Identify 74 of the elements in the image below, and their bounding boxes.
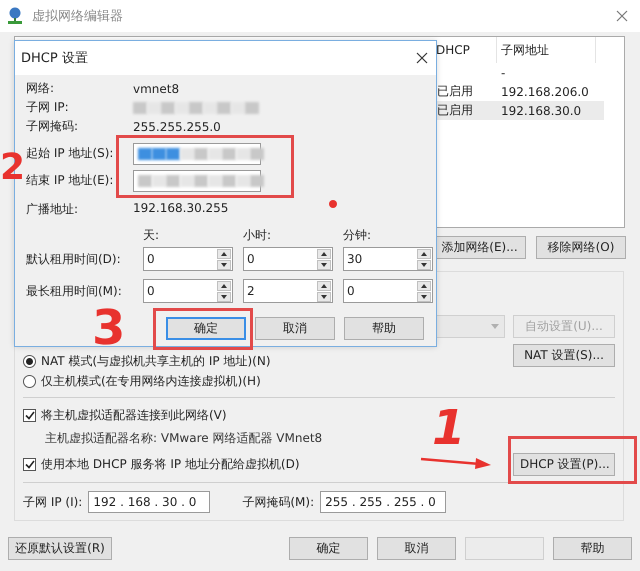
number-field[interactable]: 0 xyxy=(343,279,433,303)
table-row[interactable]: 已启用 192.168.30.0 xyxy=(437,101,604,120)
column-label: 分钟: xyxy=(343,227,372,244)
network-icon xyxy=(6,7,24,25)
table-cell-text: 192.168.206.0 xyxy=(500,84,590,98)
info-label: 子网掩码: xyxy=(26,118,78,135)
remove-network-button[interactable]: 移除网络(O) xyxy=(536,236,626,259)
ip-field[interactable]: 192 . 168 . 30 . 0 xyxy=(88,491,210,513)
checkbox-label: 将主机虚拟适配器连接到此网络(V) xyxy=(41,406,227,424)
spin-up-icon[interactable] xyxy=(217,280,231,290)
number-field[interactable]: 2 xyxy=(243,279,333,303)
spin-down-icon[interactable] xyxy=(417,292,431,302)
spin-down-icon[interactable] xyxy=(217,292,231,302)
cancel-button[interactable]: 取消 xyxy=(255,317,335,340)
column-label: 小时: xyxy=(243,227,272,244)
table-row[interactable]: 已启用 192.168.206.0 xyxy=(437,82,604,101)
field-label: 结束 IP 地址(E): xyxy=(26,172,114,189)
ip-field[interactable] xyxy=(133,142,261,164)
restore-defaults-button[interactable]: 还原默认设置(R) xyxy=(8,537,112,560)
radio-button[interactable] xyxy=(23,355,36,368)
footer-button[interactable]: 帮助 xyxy=(553,537,632,560)
table-cell-text: 已启用 xyxy=(437,83,474,100)
dialog-title: DHCP 设置 xyxy=(21,50,88,67)
window-title: 虚拟网络编辑器 xyxy=(32,8,123,25)
column-label: 天: xyxy=(143,227,160,244)
radio-label: 仅主机模式(在专用网络内连接虚拟机)(H) xyxy=(41,372,261,390)
table-cell-text: - xyxy=(500,66,506,80)
dropdown-icon xyxy=(491,324,499,329)
info-label: 网络: xyxy=(26,80,54,97)
footer-button[interactable]: 确定 xyxy=(289,537,368,560)
spin-down-icon[interactable] xyxy=(217,260,231,270)
number-field[interactable]: 0 xyxy=(243,247,333,271)
number-field[interactable]: 0 xyxy=(143,247,233,271)
close-icon[interactable] xyxy=(416,52,428,64)
table-cell-text: 192.168.30.0 xyxy=(500,104,582,118)
table-row[interactable]: - xyxy=(437,63,604,82)
number-field[interactable]: 30 xyxy=(343,247,433,271)
radio-label: NAT 模式(与虚拟机共享主机的 IP 地址)(N) xyxy=(41,353,271,370)
info-value: vmnet8 xyxy=(133,82,180,96)
column-header[interactable]: 子网地址 xyxy=(496,37,596,63)
field-label: 子网掩码(M): xyxy=(242,494,314,510)
ip-field[interactable] xyxy=(133,170,261,192)
mask-field[interactable]: 255 . 255 . 255 . 0 xyxy=(320,491,446,513)
field-label: 最长租用时间(M): xyxy=(26,282,123,300)
checkbox[interactable] xyxy=(23,458,36,471)
help-button[interactable]: 帮助 xyxy=(344,317,424,340)
spin-down-icon[interactable] xyxy=(417,260,431,270)
field-label: 默认租用时间(D): xyxy=(26,250,122,268)
spin-up-icon[interactable] xyxy=(417,248,431,258)
dhcp-settings-button[interactable]: DHCP 设置(P)... xyxy=(513,453,615,476)
table-cell-text: 已启用 xyxy=(437,102,474,119)
field-label: 起始 IP 地址(S): xyxy=(26,145,114,162)
checkbox[interactable] xyxy=(23,408,36,422)
spin-up-icon[interactable] xyxy=(317,280,331,290)
ok-button[interactable]: 确定 xyxy=(166,317,246,340)
field-label: 子网 IP (I): xyxy=(23,494,82,510)
spin-up-icon[interactable] xyxy=(417,280,431,290)
adapter-name-text: 主机虚拟适配器名称: VMware 网络适配器 VMnet8 xyxy=(45,430,324,447)
radio-button[interactable] xyxy=(23,374,36,388)
footer-button[interactable]: 取消 xyxy=(377,537,456,560)
spin-down-icon[interactable] xyxy=(317,260,331,270)
annotation-number: 1 xyxy=(432,404,466,452)
spin-up-icon[interactable] xyxy=(217,248,231,258)
info-value: 192.168.30.255 xyxy=(133,201,228,217)
checkbox-label: 使用本地 DHCP 服务将 IP 地址分配给虚拟机(D) xyxy=(41,456,300,473)
info-value: 255.255.255.0 xyxy=(133,120,221,134)
info-label: 广播地址: xyxy=(26,201,78,218)
info-label: 子网 IP: xyxy=(26,99,69,116)
number-field[interactable]: 0 xyxy=(143,279,233,303)
spin-down-icon[interactable] xyxy=(317,292,331,302)
column-header[interactable]: DHCP xyxy=(436,43,496,57)
annotation-number: 3 xyxy=(92,304,126,352)
nat-settings-button[interactable]: NAT 设置(S)... xyxy=(513,344,615,367)
spin-up-icon[interactable] xyxy=(317,248,331,258)
